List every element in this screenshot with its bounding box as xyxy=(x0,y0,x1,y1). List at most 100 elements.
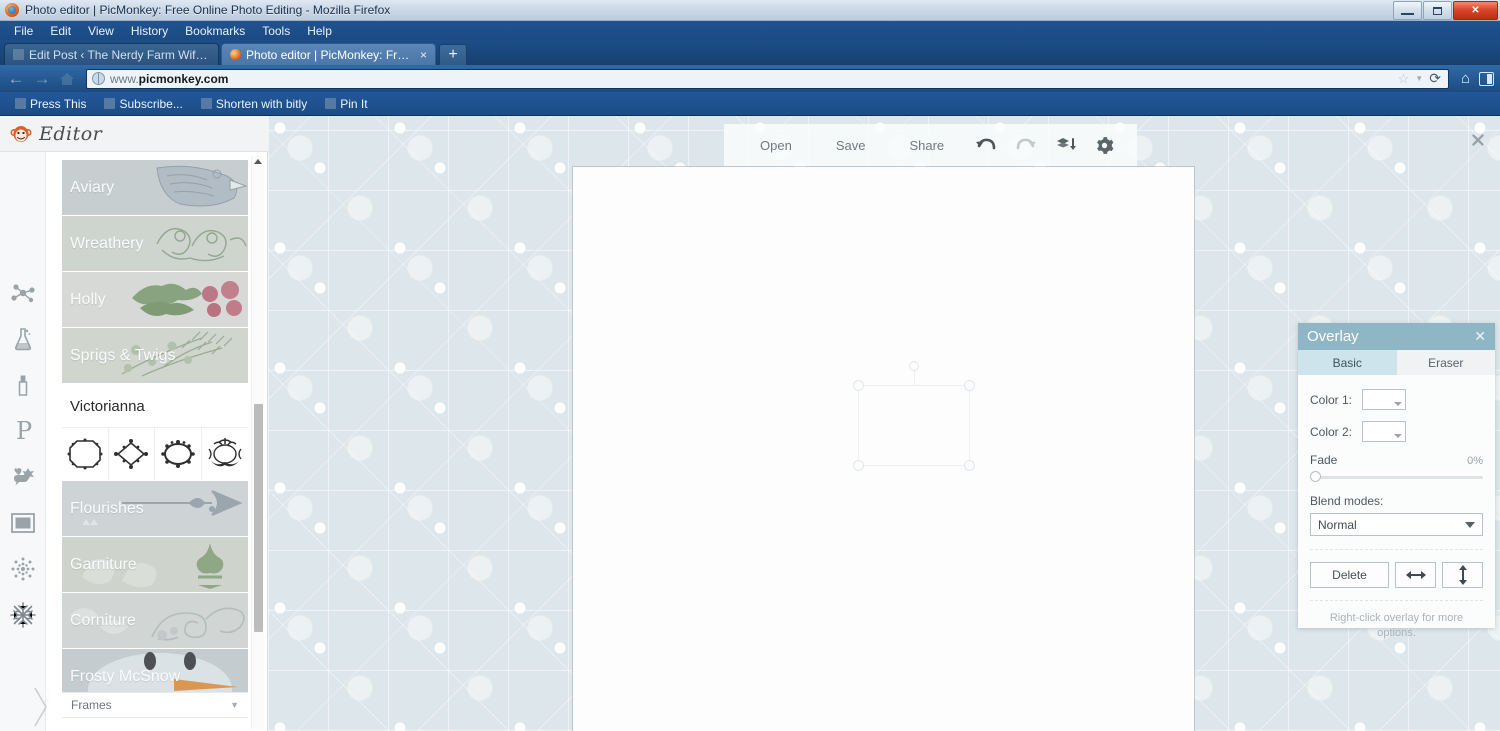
resize-handle-bottom-left[interactable] xyxy=(853,460,864,471)
fade-label: Fade xyxy=(1310,453,1338,467)
menu-help[interactable]: Help xyxy=(300,23,339,39)
textures-tool[interactable] xyxy=(6,556,40,582)
scrollbar-thumb[interactable] xyxy=(254,404,263,632)
editor-brand-label: Editor xyxy=(39,122,103,145)
category-corniture[interactable]: Corniture xyxy=(62,593,248,648)
browser-tab-picmonkey[interactable]: Photo editor | PicMonkey: Free Onlin... … xyxy=(221,43,436,65)
tab-eraser[interactable]: Eraser xyxy=(1397,350,1496,375)
open-button[interactable]: Open xyxy=(738,138,814,153)
bookmark-subscribe[interactable]: Subscribe... xyxy=(97,95,189,113)
redo-icon[interactable] xyxy=(1006,136,1046,154)
bookmark-pin-it[interactable]: Pin It xyxy=(318,95,374,113)
minimize-button[interactable] xyxy=(1393,1,1422,20)
close-editor-icon[interactable] xyxy=(1470,132,1486,148)
layers-down-icon[interactable] xyxy=(1046,136,1086,154)
reload-icon[interactable]: ⟳ xyxy=(1429,70,1441,87)
library-selector[interactable]: Frames ▼ xyxy=(62,692,248,718)
site-identity-icon xyxy=(60,72,74,85)
tab-label: Photo editor | PicMonkey: Free Onlin... xyxy=(246,47,415,62)
frame-thumb-scallop[interactable] xyxy=(62,428,109,480)
overlays-tool[interactable] xyxy=(6,464,40,490)
color1-swatch[interactable] xyxy=(1362,389,1406,410)
close-tab-icon[interactable]: × xyxy=(420,48,427,62)
category-holly[interactable]: Holly xyxy=(62,272,248,327)
fade-slider[interactable] xyxy=(1310,471,1483,483)
close-window-button[interactable]: ✕ xyxy=(1453,1,1498,20)
category-wreathery[interactable]: Wreathery xyxy=(62,216,248,271)
gear-icon[interactable] xyxy=(1086,136,1123,155)
frame-thumbnail-grid xyxy=(62,428,248,480)
touch-up-tool[interactable] xyxy=(6,280,40,306)
category-aviary[interactable]: Aviary xyxy=(62,160,248,215)
tool-rail: P xyxy=(0,152,46,731)
category-label: Wreathery xyxy=(70,234,144,252)
menu-view[interactable]: View xyxy=(81,23,121,39)
menu-edit[interactable]: Edit xyxy=(43,23,78,39)
color1-row: Color 1: xyxy=(1310,389,1483,410)
photo-canvas[interactable] xyxy=(573,167,1194,731)
frame-thumb-ornate-crest[interactable] xyxy=(202,428,249,480)
flip-horizontal-button[interactable] xyxy=(1395,562,1436,588)
effects-tool[interactable] xyxy=(6,326,40,352)
scroll-up-arrow-icon[interactable] xyxy=(254,159,262,164)
flip-vertical-icon xyxy=(1458,565,1467,585)
flip-vertical-button[interactable] xyxy=(1442,562,1483,588)
color2-label: Color 2: xyxy=(1310,424,1353,439)
blend-mode-value: Normal xyxy=(1318,517,1357,532)
seasonal-tool[interactable] xyxy=(6,602,40,628)
category-garniture[interactable]: Garniture xyxy=(62,537,248,592)
frames-tool[interactable] xyxy=(6,510,40,536)
overlay-actions: Delete xyxy=(1310,562,1483,588)
frame-scallop-icon xyxy=(67,438,103,470)
fade-slider-track xyxy=(1310,476,1483,479)
url-bar[interactable]: www.picmonkey.com ☆ ▼ ⟳ xyxy=(86,68,1449,89)
menu-bar: File Edit View History Bookmarks Tools H… xyxy=(0,21,1500,40)
forward-icon[interactable]: → xyxy=(32,69,52,89)
panel-scrollbar[interactable] xyxy=(251,156,264,729)
browser-tab-nerdy-farm-wife[interactable]: Edit Post ‹ The Nerdy Farm Wife — W... xyxy=(4,43,219,65)
resize-handle-top-left[interactable] xyxy=(853,380,864,391)
text-tool[interactable]: P xyxy=(6,418,40,444)
rotate-handle[interactable] xyxy=(909,361,919,371)
home-icon[interactable]: ⌂ xyxy=(1461,70,1470,87)
panel-expander-arrow-icon[interactable] xyxy=(32,684,50,730)
category-sprigs-and-twigs[interactable]: Sprigs & Twigs xyxy=(62,328,248,383)
touchup-lipstick-tool[interactable] xyxy=(6,372,40,398)
bookmark-star-icon[interactable]: ☆ xyxy=(1398,71,1410,87)
bookmarks-sidebar-icon[interactable] xyxy=(1479,71,1494,86)
category-label: Frosty McSnow xyxy=(70,667,181,685)
back-icon[interactable]: ← xyxy=(6,69,26,89)
color2-swatch[interactable] xyxy=(1362,421,1406,442)
blend-mode-select[interactable]: Normal xyxy=(1310,513,1483,536)
resize-handle-bottom-right[interactable] xyxy=(964,460,975,471)
chevron-down-icon[interactable]: ▼ xyxy=(1415,74,1423,83)
frame-thumb-oval-dotted[interactable] xyxy=(155,428,202,480)
new-tab-button[interactable]: + xyxy=(439,44,467,65)
undo-icon[interactable] xyxy=(966,136,1006,154)
frame-ornate-crest-icon xyxy=(208,438,242,467)
menu-history[interactable]: History xyxy=(124,23,175,39)
menu-bookmarks[interactable]: Bookmarks xyxy=(178,23,252,39)
menu-tools[interactable]: Tools xyxy=(255,23,297,39)
category-flourishes[interactable]: Flourishes xyxy=(62,481,248,536)
delete-button[interactable]: Delete xyxy=(1310,562,1389,588)
url-text: www.picmonkey.com xyxy=(110,72,228,86)
resize-handle-top-right[interactable] xyxy=(964,380,975,391)
tab-basic[interactable]: Basic xyxy=(1298,350,1397,375)
menu-file[interactable]: File xyxy=(7,23,40,39)
fade-slider-knob[interactable] xyxy=(1310,471,1321,482)
frame-diamond-icon xyxy=(114,439,149,469)
bookmark-shorten-with-bitly[interactable]: Shorten with bitly xyxy=(194,95,314,113)
color1-label: Color 1: xyxy=(1310,392,1353,407)
share-button[interactable]: Share xyxy=(887,138,966,153)
close-icon[interactable]: ✕ xyxy=(1474,328,1486,345)
picmonkey-editor: Editor Open Save Share P Aviary Wreather… xyxy=(0,116,1500,731)
category-label: Corniture xyxy=(70,611,136,629)
restore-button[interactable] xyxy=(1423,1,1452,20)
tab-favicon-icon xyxy=(13,49,24,60)
overlay-selection-box[interactable] xyxy=(853,361,975,471)
bookmark-press-this[interactable]: Press This xyxy=(8,95,93,113)
save-button[interactable]: Save xyxy=(814,138,888,153)
bookmark-label: Press This xyxy=(30,96,87,111)
frame-thumb-diamond[interactable] xyxy=(109,428,155,480)
